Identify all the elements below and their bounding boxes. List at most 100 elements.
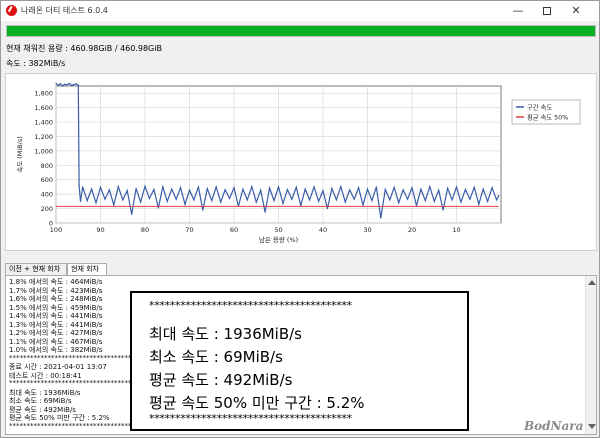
- series-point-interval-speed: [491, 187, 493, 189]
- series-point-interval-speed: [317, 200, 320, 202]
- series-point-interval-speed: [242, 188, 244, 190]
- series-point-interval-speed: [166, 200, 168, 202]
- y-axis-label: 속도 (MiB/s): [16, 136, 24, 173]
- series-point-interval-speed: [498, 194, 500, 197]
- series-point-interval-speed: [455, 186, 458, 188]
- series-point-interval-speed: [59, 83, 62, 85]
- series-point-interval-speed: [251, 185, 253, 188]
- series-point-interval-speed: [269, 187, 271, 189]
- series-point-interval-speed: [309, 199, 311, 201]
- current-speed-text: 속도 : 382MiB/s: [6, 59, 66, 68]
- app-window: 나래온 더티 테스트 6.0.4 — ✕ 현재 채워진 용량 : 460.98G…: [0, 0, 600, 438]
- legend-label: 구간 속도: [527, 103, 552, 112]
- progress-fill: [7, 26, 595, 36]
- series-point-interval-speed: [331, 187, 333, 189]
- current-capacity-text: 현재 채워진 용량 : 460.98GiB / 460.98GiB: [6, 44, 162, 53]
- series-point-interval-speed: [206, 188, 208, 190]
- maximize-button[interactable]: [533, 2, 561, 20]
- series-point-interval-speed: [362, 204, 364, 206]
- tab-current[interactable]: 현재 회차: [67, 263, 107, 275]
- series-point-interval-speed: [371, 200, 373, 202]
- series-point-interval-speed: [393, 186, 395, 188]
- series-point-interval-speed: [86, 200, 88, 202]
- series-point-interval-speed: [469, 198, 471, 200]
- series-point-interval-speed: [473, 186, 475, 188]
- summary-stars-top: ***************************************: [149, 299, 352, 312]
- series-point-interval-speed: [68, 82, 70, 85]
- series-point-interval-speed: [384, 188, 386, 191]
- series-point-interval-speed: [233, 187, 235, 189]
- series-point-interval-speed: [353, 198, 355, 200]
- y-tick-label: 1,400: [34, 119, 53, 127]
- series-point-interval-speed: [153, 188, 155, 191]
- series-point-interval-speed: [406, 198, 409, 200]
- series-point-interval-speed: [335, 199, 337, 201]
- series-point-interval-speed: [398, 202, 400, 204]
- series-point-interval-speed: [157, 207, 159, 209]
- series-point-interval-speed: [420, 188, 422, 190]
- series-point-interval-speed: [184, 203, 186, 205]
- series-point-interval-speed: [202, 209, 204, 211]
- series-point-interval-speed: [429, 185, 431, 188]
- series-point-interval-speed: [349, 189, 351, 191]
- series-point-interval-speed: [264, 211, 266, 213]
- series-point-interval-speed: [57, 84, 59, 86]
- series-point-interval-speed: [464, 188, 466, 191]
- series-point-interval-speed: [77, 84, 79, 86]
- title-bar[interactable]: 나래온 더티 테스트 6.0.4 — ✕: [1, 1, 599, 21]
- legend-label: 평균 속도 50%: [527, 113, 568, 122]
- x-tick-label: 90: [96, 226, 104, 234]
- series-point-interval-speed: [113, 204, 115, 206]
- y-tick-label: 800: [41, 162, 53, 170]
- series-point-interval-speed: [224, 189, 226, 191]
- series-point-interval-speed: [478, 203, 480, 205]
- series-point-interval-speed: [215, 186, 217, 188]
- series-point-interval-speed: [95, 202, 97, 204]
- series-point-interval-speed: [358, 187, 360, 189]
- series-point-interval-speed: [286, 188, 288, 191]
- series-point-interval-speed: [291, 198, 293, 200]
- series-point-interval-speed: [78, 184, 80, 187]
- summary-box: *************************************** …: [130, 291, 469, 431]
- series-point-interval-speed: [131, 213, 133, 215]
- series-point-interval-speed: [495, 199, 498, 201]
- summary-max-speed: 최대 속도 : 1936MiB/s: [149, 325, 303, 343]
- series-point-interval-speed: [344, 201, 346, 203]
- log-scrollbar[interactable]: [585, 276, 596, 434]
- tab-previous-and-current[interactable]: 이전 + 현재 회차: [5, 263, 67, 275]
- series-point-interval-speed: [193, 199, 195, 201]
- app-logo-icon: [6, 5, 17, 16]
- series-point-interval-speed: [144, 185, 146, 187]
- log-line: **************************************: [9, 379, 142, 387]
- series-point-interval-speed: [246, 199, 248, 201]
- x-tick-label: 60: [230, 226, 238, 234]
- y-tick-label: 200: [41, 205, 53, 213]
- series-point-interval-speed: [424, 200, 426, 202]
- close-button[interactable]: ✕: [562, 2, 590, 20]
- series-point-interval-speed: [64, 83, 66, 85]
- summary-min-speed: 최소 속도 : 69MiB/s: [149, 348, 283, 366]
- y-tick-label: 1,000: [34, 147, 53, 155]
- watermark-logo: BodNara: [524, 419, 584, 433]
- series-point-interval-speed: [180, 187, 182, 189]
- series-point-interval-speed: [148, 197, 151, 200]
- scroll-up-icon[interactable]: [588, 280, 596, 285]
- series-point-interval-speed: [188, 189, 191, 191]
- series-point-interval-speed: [460, 201, 462, 203]
- series-point-interval-speed: [255, 201, 257, 203]
- series-point-interval-speed: [322, 189, 324, 192]
- series-point-interval-speed: [375, 186, 377, 188]
- y-tick-label: 400: [41, 191, 53, 199]
- series-point-interval-speed: [99, 186, 102, 188]
- scroll-down-icon[interactable]: [588, 424, 596, 429]
- series-point-interval-speed: [122, 199, 124, 201]
- series-point-interval-speed: [55, 82, 57, 85]
- y-tick-label: 1,600: [34, 104, 53, 112]
- series-point-interval-speed: [313, 186, 315, 188]
- series-point-interval-speed: [126, 189, 128, 192]
- x-tick-label: 20: [408, 226, 416, 234]
- series-point-interval-speed: [104, 198, 106, 200]
- series-point-interval-speed: [75, 83, 77, 85]
- series-point-interval-speed: [260, 189, 262, 191]
- minimize-button[interactable]: —: [504, 2, 532, 20]
